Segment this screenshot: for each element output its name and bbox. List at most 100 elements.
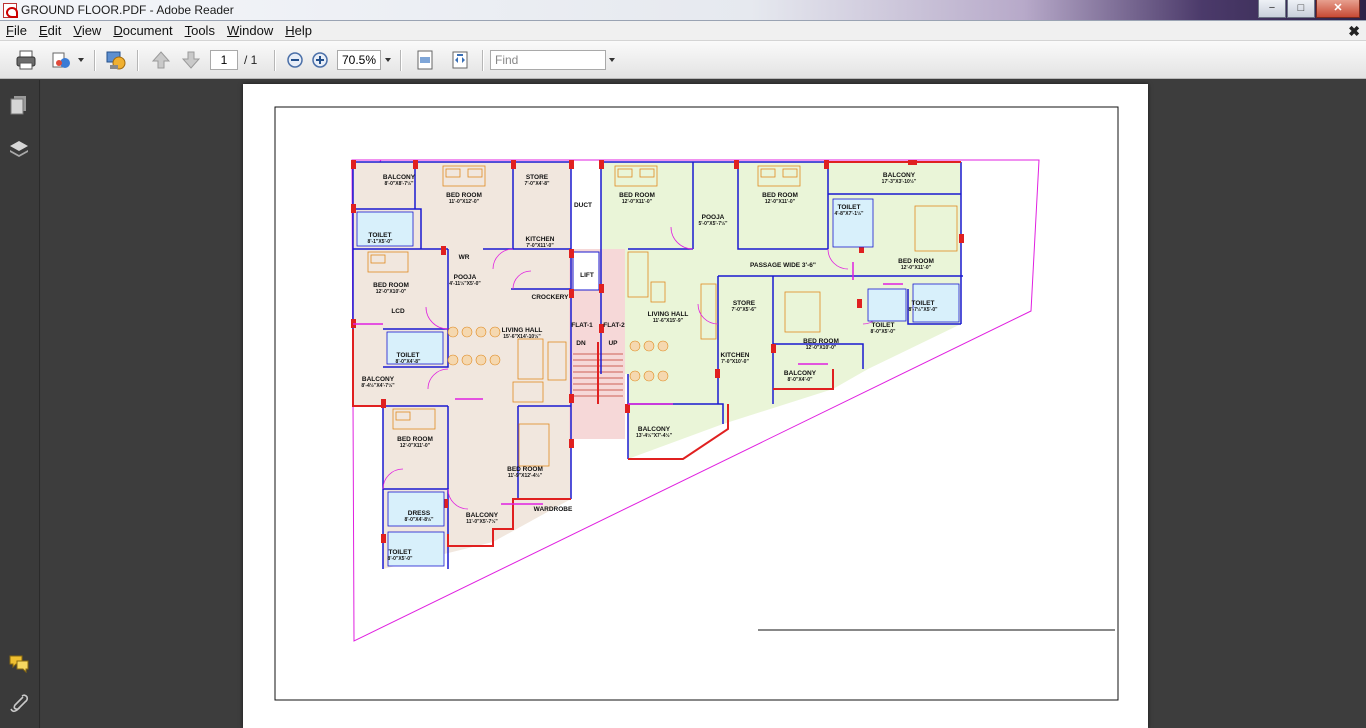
print-icon[interactable]: [15, 49, 37, 71]
find-input[interactable]: [490, 50, 606, 70]
menu-view[interactable]: View: [67, 21, 107, 41]
close-button[interactable]: ✕: [1316, 0, 1360, 18]
room-name: WR: [458, 254, 470, 261]
comments-icon[interactable]: [8, 652, 30, 674]
room-dimension: 11'-6"X15'-9": [652, 318, 684, 324]
attachments-icon[interactable]: [8, 692, 30, 714]
room-name: BALCONY: [382, 174, 416, 181]
room-label: DN: [576, 340, 585, 347]
page-number-input[interactable]: [210, 50, 238, 70]
room-label: BALCONY 11'-0"X5'-7½": [466, 512, 498, 526]
room-name: TOILET: [388, 549, 412, 556]
room-name: BED ROOM: [619, 192, 655, 199]
room-dimension: 13'-4½"X7'-4½": [635, 433, 673, 439]
floor-plan-drawing: [274, 106, 1119, 701]
page-total: / 1: [244, 53, 258, 67]
room-name: UP: [608, 340, 618, 347]
room-dimension: 8'-7½"X5'-0": [908, 307, 938, 313]
zoom-dropdown-icon[interactable]: [385, 58, 391, 62]
room-label: STORE 7'-0"X5'-6": [732, 300, 757, 314]
layers-icon[interactable]: [8, 138, 30, 160]
room-dimension: 12'-0"X11'-0": [900, 265, 932, 271]
fit-width-icon[interactable]: [449, 49, 471, 71]
menu-window[interactable]: Window: [221, 21, 279, 41]
window-title: GROUND FLOOR.PDF - Adobe Reader: [21, 3, 234, 17]
room-name: DN: [576, 340, 586, 347]
room-name: BALCONY: [361, 376, 395, 383]
room-name: BALCONY: [465, 512, 499, 519]
menu-document[interactable]: Document: [107, 21, 178, 41]
room-label: BALCONY 8'-4½"X4'-7½": [361, 376, 394, 390]
room-dimension: 11'-0"X12'-0": [448, 199, 480, 205]
collaborate-icon[interactable]: [105, 49, 127, 71]
close-document-icon[interactable]: ✖: [1348, 23, 1360, 40]
room-dimension: 12'-0"X11'-0": [399, 443, 431, 449]
room-label: BED ROOM 11'-9"X12'-4½": [507, 466, 543, 480]
room-name: DRESS: [407, 510, 431, 517]
room-dimension: 12'-0"X11'-0": [764, 199, 796, 205]
room-label: TOILET 8'-0"X5'-0": [388, 549, 413, 563]
room-dimension: 8'-1"X5'-0": [367, 239, 393, 245]
share-icon[interactable]: [50, 49, 72, 71]
room-label: DUCT: [574, 202, 592, 209]
room-dimension: 8'-0"X4'-8½": [404, 517, 434, 523]
room-name: STORE: [732, 300, 756, 307]
previous-page-icon[interactable]: [150, 49, 172, 71]
room-name: BED ROOM: [898, 258, 934, 265]
room-name: BED ROOM: [507, 466, 543, 473]
room-name: BALCONY: [637, 426, 671, 433]
navigation-panel: [0, 80, 40, 728]
room-name: BALCONY: [783, 370, 817, 377]
title-bar: GROUND FLOOR.PDF - Adobe Reader − □ ✕: [0, 0, 1366, 21]
room-label: LIVING HALL 11'-6"X15'-9": [648, 311, 689, 325]
room-label: POOJA 5'-0"X5'-7½": [698, 214, 727, 228]
pages-icon[interactable]: [8, 94, 30, 116]
room-dimension: 8'-0"X4'-0": [787, 377, 813, 383]
room-name: KITCHEN: [720, 352, 750, 359]
window-controls: − □ ✕: [1257, 0, 1360, 18]
room-label: BALCONY 13'-4½"X7'-4½": [636, 426, 672, 440]
room-name: LCD: [391, 308, 405, 315]
room-label: TOILET 8'-0"X5'-0": [871, 322, 896, 336]
find-dropdown-icon[interactable]: [609, 58, 615, 62]
menu-help[interactable]: Help: [279, 21, 318, 41]
scrollbar[interactable]: [1358, 80, 1366, 728]
room-label: KITCHEN 7'-0"X10'-0": [721, 352, 750, 366]
room-dimension: 12'-0"X10'-0": [805, 345, 837, 351]
menu-tools[interactable]: Tools: [179, 21, 221, 41]
room-label: CROCKERY: [532, 294, 569, 301]
room-label: TOILET 8'-0"X4'-8": [396, 352, 421, 366]
room-dimension: 8'-0"X5'-0": [387, 556, 413, 562]
zoom-out-icon[interactable]: [284, 49, 306, 71]
room-dimension: 7'-0"X11'-0": [526, 243, 554, 249]
room-name: WARDROBE: [533, 506, 573, 513]
room-label: TOILET 4'-8"X7'-1½": [834, 204, 863, 218]
room-dimension: 12'-0"X10'-0": [375, 289, 407, 295]
room-name: STORE: [525, 174, 549, 181]
document-viewer[interactable]: BALCONY 8'-0"X8'-7½" BED ROOM 11'-0"X12'-0"…: [41, 80, 1366, 728]
zoom-level-input[interactable]: 70.5%: [337, 50, 381, 70]
toolbar: / 1 70.5%: [0, 41, 1366, 79]
room-label: DRESS 8'-0"X4'-8½": [404, 510, 433, 524]
menu-edit[interactable]: Edit: [33, 21, 67, 41]
room-label: KITCHEN 7'-0"X11'-0": [526, 236, 555, 250]
minimize-button[interactable]: −: [1258, 0, 1286, 18]
room-label: WR: [459, 254, 470, 261]
next-page-icon[interactable]: [180, 49, 202, 71]
zoom-in-icon[interactable]: [309, 49, 331, 71]
menu-bar: File Edit View Document Tools Window Hel…: [0, 21, 1366, 41]
menu-file[interactable]: File: [0, 21, 33, 41]
room-name: TOILET: [871, 322, 895, 329]
room-dimension: 8'-4½"X4'-7½": [361, 383, 395, 389]
maximize-button[interactable]: □: [1287, 0, 1315, 18]
room-label: LIFT: [580, 272, 594, 279]
room-dimension: 11'-9"X12'-4½": [507, 473, 543, 479]
room-label: FLAT-2: [603, 322, 625, 329]
fit-page-icon[interactable]: [414, 49, 436, 71]
room-dimension: 17'-3"X3'-10½": [881, 179, 917, 185]
room-label: BALCONY 8'-0"X4'-0": [784, 370, 816, 384]
room-name: BED ROOM: [803, 338, 839, 345]
share-dropdown-icon[interactable]: [78, 58, 84, 62]
room-dimension: 15'-6"X14'-10½": [503, 334, 541, 340]
room-label: BALCONY 8'-0"X8'-7½": [383, 174, 415, 188]
